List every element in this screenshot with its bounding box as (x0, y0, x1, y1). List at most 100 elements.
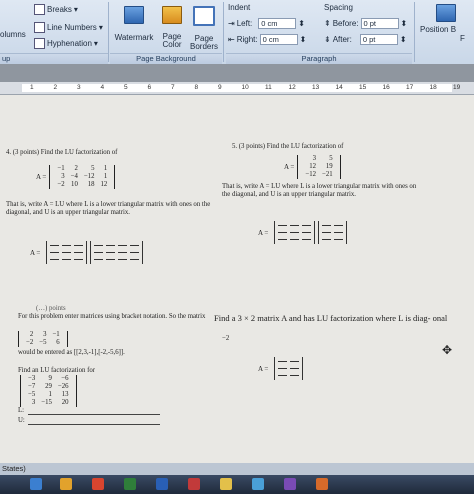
q7-answer: A = (258, 357, 304, 380)
word-icon[interactable] (156, 478, 168, 490)
skype-icon[interactable] (252, 478, 264, 490)
browser-icon[interactable] (92, 478, 104, 490)
q6-matrix-row: −3 9 −6 (25, 375, 72, 383)
ruler-tick: 14 (335, 84, 343, 91)
indent-label: Indent (228, 3, 251, 12)
line-numbers-icon (34, 22, 45, 33)
q7-blanks[interactable] (274, 357, 304, 380)
columns-button[interactable]: olumns (0, 30, 26, 39)
q4-matrix-cell: 1 (103, 173, 108, 180)
q6-example-cell: 2 (29, 331, 34, 338)
indent-right: ⇤ Right: 0 cm ⬍ (228, 34, 306, 45)
q6-matrix-cell: −7 (28, 383, 36, 390)
q6-example-cell: −2 (26, 339, 34, 346)
q6-entered-text: would be entered as [[2,3,-1],[-2,-5,6]]… (18, 349, 125, 356)
breaks-icon (34, 4, 45, 15)
q6-matrix-table: −3 9 −6 −7 29 −26 −5 1 13 3 −15 20 (25, 375, 72, 407)
page-borders-button[interactable]: Page Borders (190, 6, 218, 51)
indent-left-input[interactable]: 0 cm (258, 18, 297, 29)
q6-example-cell: −5 (39, 339, 47, 346)
indent-left-label: Left: (236, 19, 253, 28)
horizontal-ruler[interactable]: 1 2 3 4 5 6 7 8 9 10 11 12 13 14 15 16 17 18 19 (0, 82, 474, 95)
page-color-button[interactable]: Page Color (158, 6, 186, 49)
ruler-tick: 13 (312, 84, 320, 91)
start-icon[interactable] (30, 478, 42, 490)
page-background-group-label: Page Background (110, 53, 222, 64)
app-icon[interactable] (124, 478, 136, 490)
media-icon[interactable] (188, 478, 200, 490)
q6-matrix-cell: −26 (57, 383, 69, 390)
q4-matrix-cell: −1 (57, 165, 65, 172)
q5-matrix-row: 12 19 (302, 163, 335, 171)
line-numbers-button[interactable]: Line Numbers ▾ (34, 22, 103, 33)
ruler-tick: 3 (77, 84, 81, 91)
q5-l-blanks[interactable] (274, 221, 316, 244)
ruler-tick: 10 (241, 84, 249, 91)
ruler-tick: 15 (359, 84, 367, 91)
q7-text-start: Find a (214, 313, 236, 323)
ruler-tick: 1 (30, 84, 34, 91)
spacing-after-input[interactable]: 0 pt (359, 34, 398, 45)
q4-matrix-cell: 18 (87, 181, 95, 188)
q5-title: 5. (3 points) Find the LU factorization … (232, 143, 344, 150)
folder-icon[interactable] (60, 478, 72, 490)
q4-matrix-label: A = (36, 173, 47, 181)
q6-l-input[interactable] (28, 414, 160, 415)
q4-matrix-row: 3 −4 −12 1 (54, 173, 110, 181)
q4-u-blanks[interactable] (90, 241, 144, 264)
spin-arrows-icon[interactable]: ⬍ (401, 19, 408, 28)
document-page[interactable]: 4. (3 points) Find the LU factorization … (0, 95, 474, 463)
hyphenation-button[interactable]: Hyphenation ▾ (34, 38, 98, 49)
q6-u-label: U: (18, 417, 25, 424)
q5-matrix-label: A = (284, 163, 295, 171)
spin-arrows-icon[interactable]: ⬍ (300, 35, 307, 44)
q5-matrix: A = 3 5 12 19 −12 −21 (284, 155, 341, 179)
q6-example-row: 2 3 −1 (23, 331, 63, 339)
q4-matrix-cell: −2 (57, 181, 65, 188)
q6-matrix-row: −7 29 −26 (25, 383, 72, 391)
breaks-button[interactable]: Breaks ▾ (34, 4, 78, 15)
q4-matrix-cell: 10 (71, 181, 78, 188)
breaks-label: Breaks (47, 5, 72, 14)
q6-matrix-bracket: −3 9 −6 −7 29 −26 −5 1 13 3 −15 20 (20, 375, 77, 407)
spin-arrows-icon[interactable]: ⬍ (400, 35, 407, 44)
taskbar (0, 475, 474, 494)
q6-intro: For this problem enter matrices using br… (18, 313, 206, 320)
q4-l-blanks[interactable] (46, 241, 88, 264)
ruler-tick: 18 (429, 84, 437, 91)
q5-matrix-cell: 5 (329, 155, 333, 162)
q6-points-cut: (…) points (36, 305, 66, 312)
app-icon-3[interactable] (316, 478, 328, 490)
q4-matrix-cell: 3 (61, 173, 65, 180)
q5-matrix-cell: 19 (325, 163, 333, 170)
ruler-tick: 12 (288, 84, 296, 91)
spin-arrows-icon[interactable]: ⬍ (298, 19, 305, 28)
q6-matrix-cell: 20 (61, 399, 69, 406)
page-color-label: Page Color (162, 32, 182, 49)
q4-description: That is, write A = LU where L is a lower… (6, 201, 211, 216)
chrome-icon[interactable] (220, 478, 232, 490)
watermark-icon (124, 6, 144, 24)
position-label: Position (420, 25, 449, 34)
q6-matrix: −3 9 −6 −7 29 −26 −5 1 13 3 −15 20 (20, 375, 77, 407)
q5-description: That is, write A = LU where L is a lower… (222, 183, 417, 198)
q4-matrix-table: −1 2 5 1 3 −4 −12 1 −2 10 18 12 (54, 165, 110, 189)
q7-scribble: −2 (222, 335, 230, 342)
spacing-before-input[interactable]: 0 pt (360, 18, 399, 29)
spacing-before-label: Before: (332, 19, 359, 28)
position-suffix: B (450, 25, 457, 34)
page-borders-icon (193, 6, 215, 26)
q6-l-label: L: (18, 407, 25, 414)
spacing-before: ⇞ Before: 0 pt ⬍ (324, 18, 407, 29)
q5-matrix-row: 35 (302, 155, 335, 163)
indent-left: ⇥ Left: 0 cm ⬍ (228, 18, 305, 29)
q5-u-blanks[interactable] (318, 221, 348, 244)
app-icon-2[interactable] (284, 478, 296, 490)
q6-u-input[interactable] (28, 424, 160, 425)
indent-right-input[interactable]: 0 cm (259, 34, 298, 45)
q6-example-table: 2 3 −1 −2 −5 6 (23, 331, 63, 347)
position-button[interactable]: Position B F (420, 4, 465, 43)
q6-example-cell: 3 (43, 331, 47, 338)
watermark-button[interactable]: Watermark (114, 6, 154, 42)
q4-matrix-cell: 12 (100, 181, 108, 188)
